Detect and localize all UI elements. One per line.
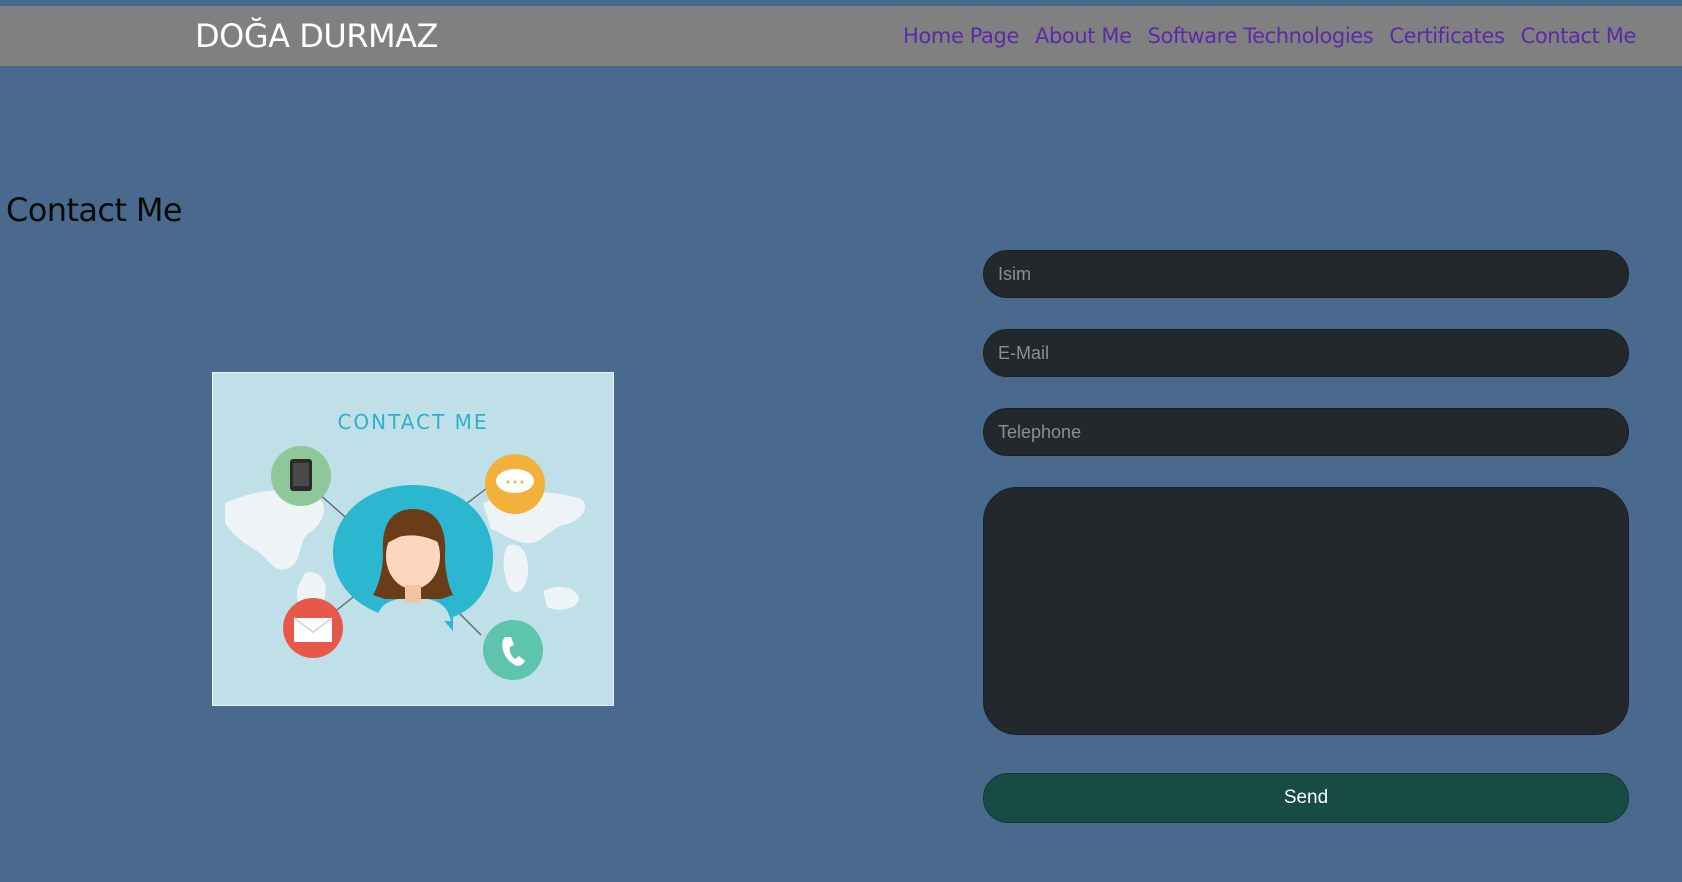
envelope-icon xyxy=(283,598,343,658)
nav-link-certificates[interactable]: Certificates xyxy=(1389,24,1505,48)
chat-bubble-icon xyxy=(485,454,545,514)
nav-link-contact[interactable]: Contact Me xyxy=(1521,24,1637,48)
person-avatar-icon xyxy=(333,485,493,631)
nav-link-software[interactable]: Software Technologies xyxy=(1148,24,1374,48)
nav-link-home[interactable]: Home Page xyxy=(903,24,1019,48)
main-nav: Home Page About Me Software Technologies… xyxy=(903,6,1636,66)
nav-link-about[interactable]: About Me xyxy=(1035,24,1132,48)
telephone-input[interactable] xyxy=(983,408,1629,456)
mobile-phone-icon xyxy=(271,446,331,506)
telephone-handset-icon xyxy=(483,620,543,680)
send-button[interactable]: Send xyxy=(983,773,1629,823)
illustration-caption: CONTACT ME xyxy=(337,410,488,434)
page-title: Contact Me xyxy=(6,191,183,229)
message-textarea[interactable] xyxy=(983,487,1629,735)
name-input[interactable] xyxy=(983,250,1629,298)
email-input[interactable] xyxy=(983,329,1629,377)
brand-logo[interactable]: DOĞA DURMAZ xyxy=(195,17,438,55)
navbar: DOĞA DURMAZ Home Page About Me Software … xyxy=(0,6,1682,66)
contact-illustration-graphic: CONTACT ME xyxy=(225,410,586,680)
contact-illustration: CONTACT ME xyxy=(212,372,614,706)
